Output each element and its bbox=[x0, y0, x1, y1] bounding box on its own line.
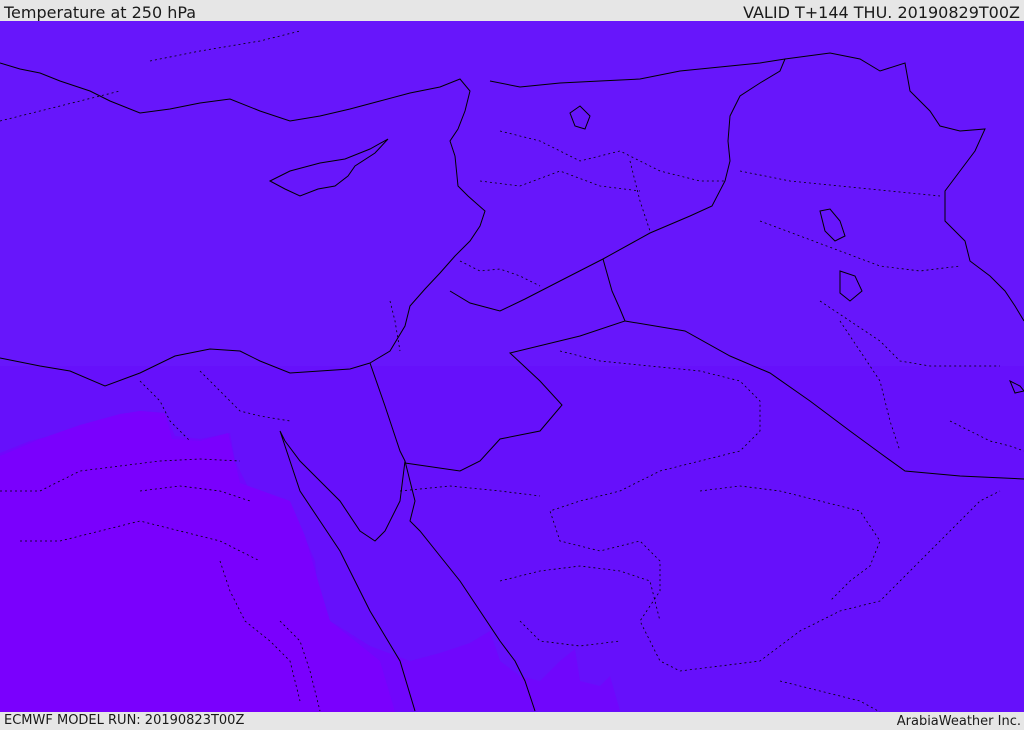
temperature-field-main bbox=[0, 21, 1024, 366]
valid-time: VALID T+144 THU. 20190829T00Z bbox=[743, 3, 1020, 22]
credit-text: ArabiaWeather Inc. bbox=[896, 714, 1021, 729]
model-run: ECMWF MODEL RUN: 20190823T00Z bbox=[4, 713, 245, 728]
footer-bar: ECMWF MODEL RUN: 20190823T00Z ArabiaWeat… bbox=[0, 712, 1024, 729]
weather-map[interactable] bbox=[0, 21, 1024, 712]
map-title: Temperature at 250 hPa bbox=[4, 3, 197, 22]
header-bar: Temperature at 250 hPa VALID T+144 THU. … bbox=[0, 0, 1024, 22]
